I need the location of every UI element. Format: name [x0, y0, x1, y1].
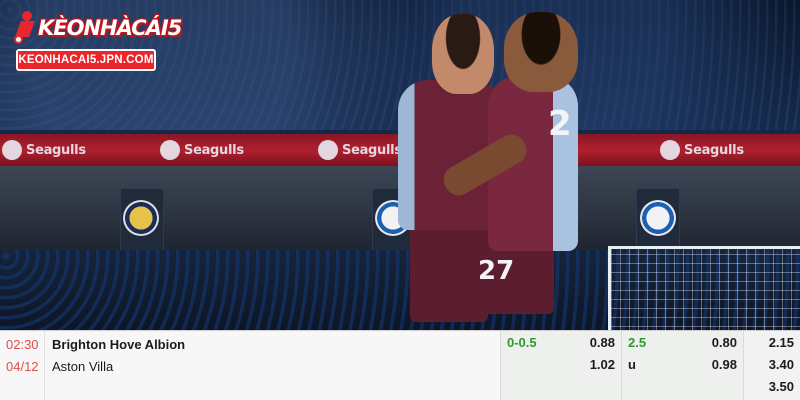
under-odds[interactable]: 0.98 — [712, 357, 737, 373]
kickoff-time: 02:30 — [6, 337, 39, 352]
goal-net — [608, 246, 800, 330]
ad-logo: Seagulls — [2, 139, 86, 161]
under-label: u — [628, 357, 636, 372]
ad-logo: Seagulls — [660, 139, 744, 161]
brand-name: KÈONHÀCÁI5 — [38, 16, 182, 40]
draw-odds[interactable]: 3.50 — [769, 379, 794, 395]
odds-row[interactable]: 02:30 04/12 Brighton Hove Albion Aston V… — [0, 330, 800, 400]
club-crest — [123, 200, 159, 236]
brand-logo[interactable]: KÈONHÀCÁI5 KEONHACAI5.JPN.COM — [14, 8, 182, 74]
brand-url: KEONHACAI5.JPN.COM — [16, 49, 156, 71]
kickoff-date: 04/12 — [6, 359, 39, 374]
over-odds[interactable]: 0.80 — [712, 335, 737, 351]
club-crest — [640, 200, 676, 236]
home-team: Brighton Hove Albion — [52, 337, 186, 352]
one-x-two-column: 2.15 3.40 3.50 — [743, 331, 800, 400]
over-under-column: 2.5 u 0.80 0.98 — [621, 331, 743, 400]
handicap-home-odds[interactable]: 0.88 — [590, 335, 615, 351]
teams-column: Brighton Hove Albion Aston Villa — [44, 331, 500, 400]
kickoff-column: 02:30 04/12 — [0, 331, 44, 400]
shirt-number: 2 — [548, 104, 572, 144]
home-win-odds[interactable]: 2.15 — [769, 335, 794, 351]
player-left-shorts — [410, 222, 488, 322]
shirt-number: 27 — [478, 256, 515, 286]
player-left-head — [432, 14, 494, 94]
away-win-odds[interactable]: 3.40 — [769, 357, 794, 373]
ad-logo: Seagulls — [160, 139, 244, 161]
ad-logo: Seagulls — [318, 139, 402, 161]
handicap-column: 0-0.5 0.88 1.02 — [500, 331, 621, 400]
player-right-head — [504, 12, 578, 92]
brand-title: KÈONHÀCÁI5 — [14, 8, 182, 48]
away-team: Aston Villa — [52, 359, 114, 374]
handicap-line: 0-0.5 — [507, 335, 537, 350]
handicap-away-odds[interactable]: 1.02 — [590, 357, 615, 373]
footballer-icon — [14, 11, 38, 45]
over-under-line: 2.5 — [628, 335, 647, 350]
